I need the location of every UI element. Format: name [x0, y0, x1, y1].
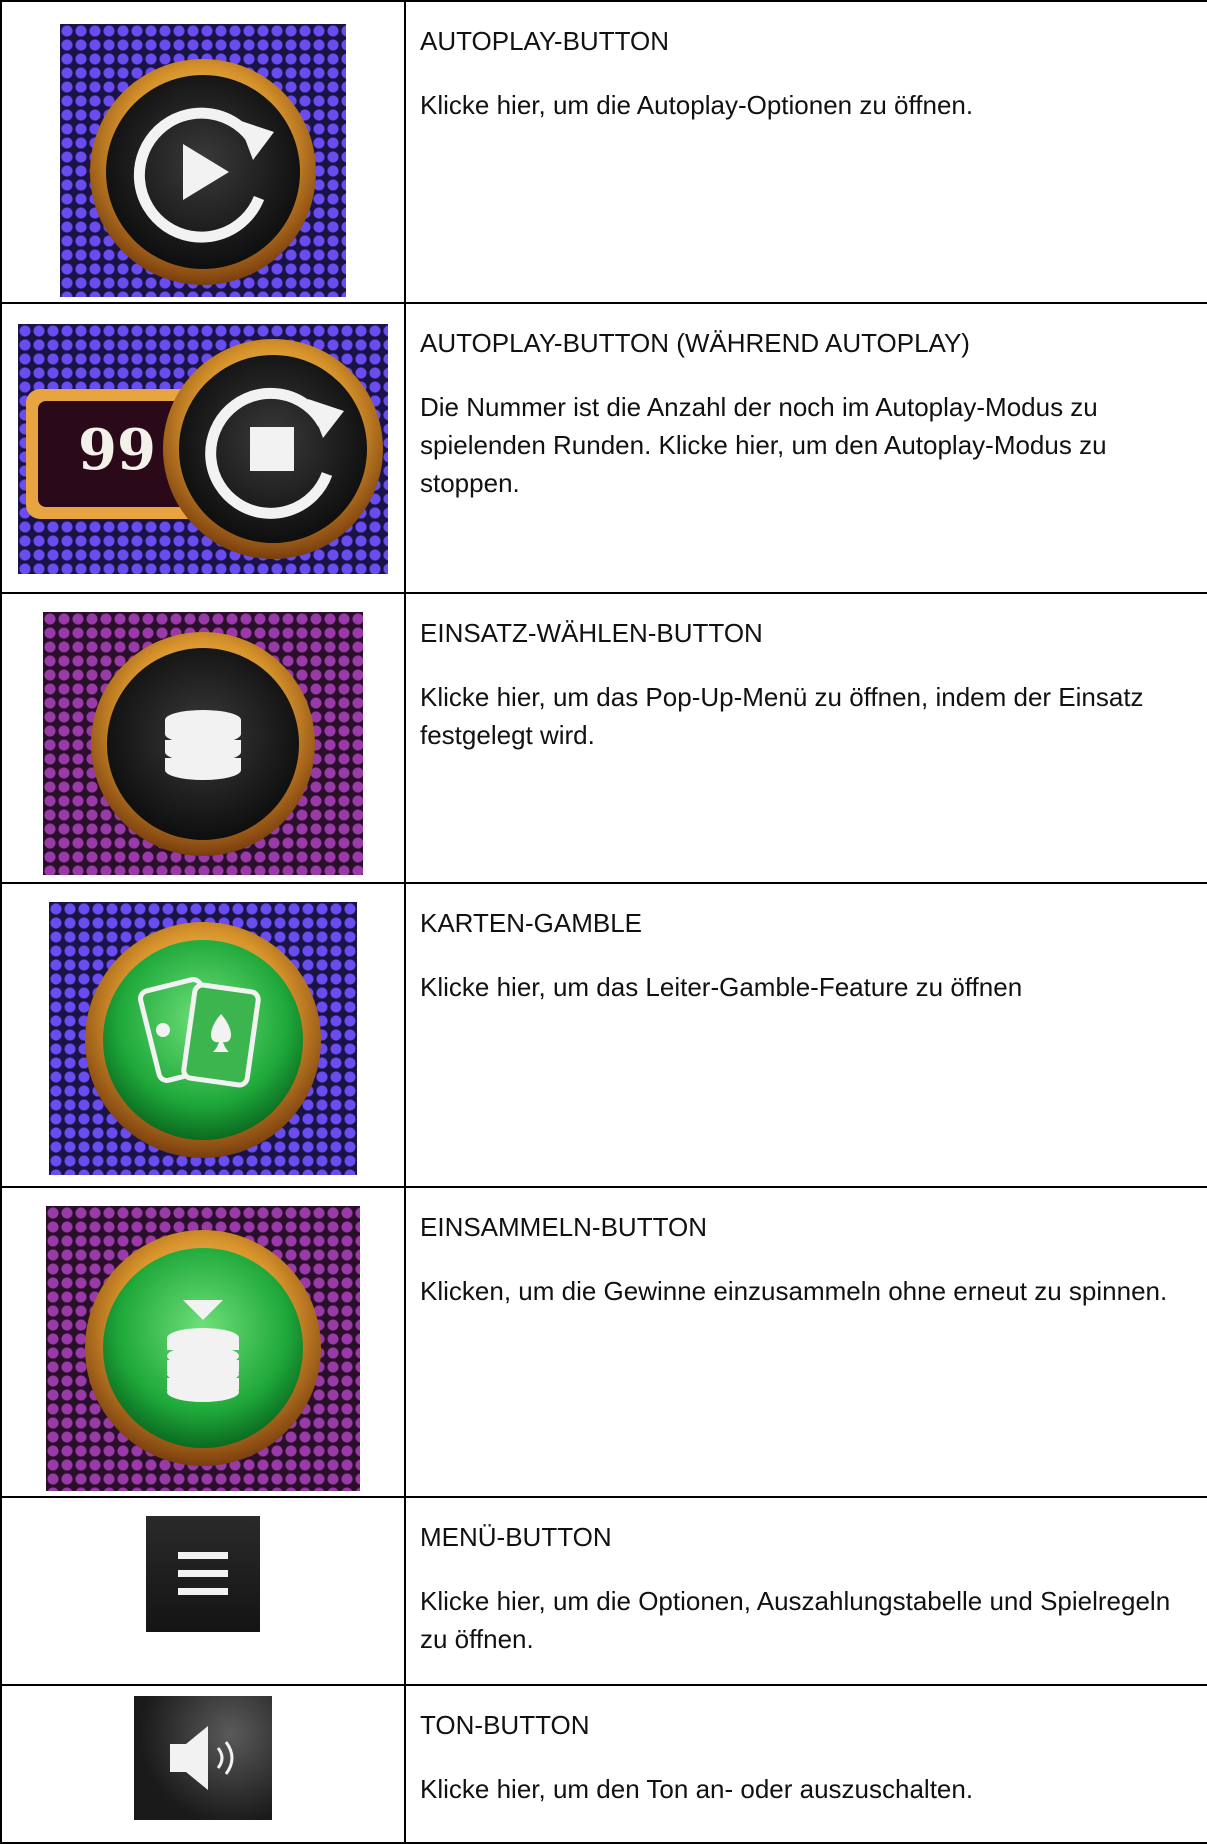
row-title: AUTOPLAY-BUTTON (WÄHREND AUTOPLAY)	[420, 328, 970, 358]
row-title: KARTEN-GAMBLE	[420, 908, 643, 938]
table-row: EINSATZ-WÄHLEN-BUTTON Klicke hier, um da…	[0, 592, 1207, 884]
description-cell: KARTEN-GAMBLE Klicke hier, um das Leiter…	[404, 882, 1207, 1188]
row-title: EINSAMMELN-BUTTON	[420, 1212, 707, 1242]
row-description: Die Nummer ist die Anzahl der noch im Au…	[420, 392, 1107, 498]
row-title: MENÜ-BUTTON	[420, 1522, 612, 1552]
autoplay-counter: 99	[78, 417, 156, 483]
icon-cell	[0, 1496, 406, 1686]
icon-cell: 99	[0, 302, 406, 594]
menu-button-image	[146, 1516, 260, 1632]
description-cell: EINSAMMELN-BUTTON Klicken, um die Gewinn…	[404, 1186, 1207, 1498]
icon-cell	[0, 882, 406, 1188]
row-description: Klicke hier, um die Autoplay-Optionen zu…	[420, 90, 974, 120]
table-row: 99 AUTOPLAY-BUTTON (WÄHREND AUTOPLAY) Di…	[0, 302, 1207, 594]
autoplay-icon	[90, 59, 316, 285]
sound-button-image	[134, 1696, 272, 1820]
hamburger-menu-icon	[178, 1552, 228, 1595]
autoplay-button-image	[60, 24, 346, 297]
table-row: KARTEN-GAMBLE Klicke hier, um das Leiter…	[0, 882, 1207, 1188]
coin-stack-icon	[91, 632, 315, 856]
row-description: Klicken, um die Gewinne einzusammeln ohn…	[420, 1276, 1168, 1306]
row-title: TON-BUTTON	[420, 1710, 590, 1740]
speaker-icon	[170, 1726, 234, 1790]
description-cell: MENÜ-BUTTON Klicke hier, um die Optionen…	[404, 1496, 1207, 1686]
description-cell: TON-BUTTON Klicke hier, um den Ton an- o…	[404, 1684, 1207, 1844]
description-cell: AUTOPLAY-BUTTON (WÄHREND AUTOPLAY) Die N…	[404, 302, 1207, 594]
table-row: MENÜ-BUTTON Klicke hier, um die Optionen…	[0, 1496, 1207, 1686]
icon-cell	[0, 0, 406, 304]
bet-select-button-image	[43, 612, 363, 875]
icon-cell	[0, 592, 406, 884]
row-description: Klicke hier, um die Optionen, Auszahlung…	[420, 1586, 1171, 1654]
description-cell: AUTOPLAY-BUTTON Klicke hier, um die Auto…	[404, 0, 1207, 304]
card-gamble-button-image	[49, 902, 357, 1175]
icon-cell	[0, 1186, 406, 1498]
collect-button-image	[46, 1206, 360, 1491]
row-description: Klicke hier, um das Leiter-Gamble-Featur…	[420, 972, 1023, 1002]
description-cell: EINSATZ-WÄHLEN-BUTTON Klicke hier, um da…	[404, 592, 1207, 884]
table-row: TON-BUTTON Klicke hier, um den Ton an- o…	[0, 1684, 1207, 1844]
icon-cell	[0, 1684, 406, 1844]
table-row: AUTOPLAY-BUTTON Klicke hier, um die Auto…	[0, 0, 1207, 304]
table-row: EINSAMMELN-BUTTON Klicken, um die Gewinn…	[0, 1186, 1207, 1498]
help-table: AUTOPLAY-BUTTON Klicke hier, um die Auto…	[0, 0, 1207, 1844]
autoplay-active-button-image: 99	[18, 324, 388, 574]
collect-icon	[85, 1230, 321, 1466]
cards-icon	[85, 922, 321, 1158]
row-title: AUTOPLAY-BUTTON	[420, 26, 669, 56]
row-title: EINSATZ-WÄHLEN-BUTTON	[420, 618, 763, 648]
row-description: Klicke hier, um den Ton an- oder auszusc…	[420, 1774, 974, 1804]
row-description: Klicke hier, um das Pop-Up-Menü zu öffne…	[420, 682, 1144, 750]
